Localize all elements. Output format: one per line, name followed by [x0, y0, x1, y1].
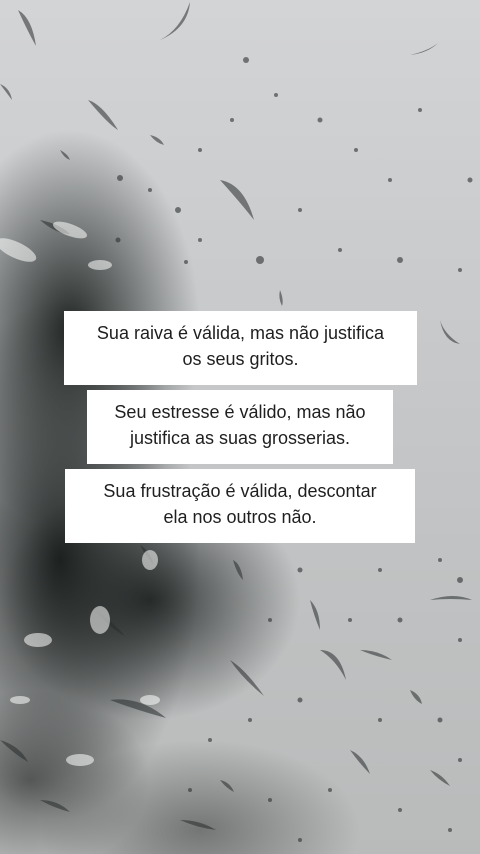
caption-line: justifica as suas grosserias.: [129, 428, 351, 448]
caption-line: Sua frustração é válida, descontar: [103, 481, 377, 501]
caption-line: ela nos outros não.: [163, 507, 317, 527]
caption-line: Sua raiva é válida, mas não justifica: [96, 323, 385, 343]
caption-line: os seus gritos.: [182, 349, 299, 369]
caption-stack: Sua raiva é válida, mas não justifica os…: [0, 0, 480, 854]
caption-box-frustration: Sua frustração é válida, descontar ela n…: [65, 469, 415, 543]
story-background: Sua raiva é válida, mas não justifica os…: [0, 0, 480, 854]
caption-box-stress: Seu estresse é válido, mas não justifica…: [87, 390, 393, 464]
caption-box-anger: Sua raiva é válida, mas não justifica os…: [64, 311, 417, 385]
caption-line: Seu estresse é válido, mas não: [114, 402, 366, 422]
